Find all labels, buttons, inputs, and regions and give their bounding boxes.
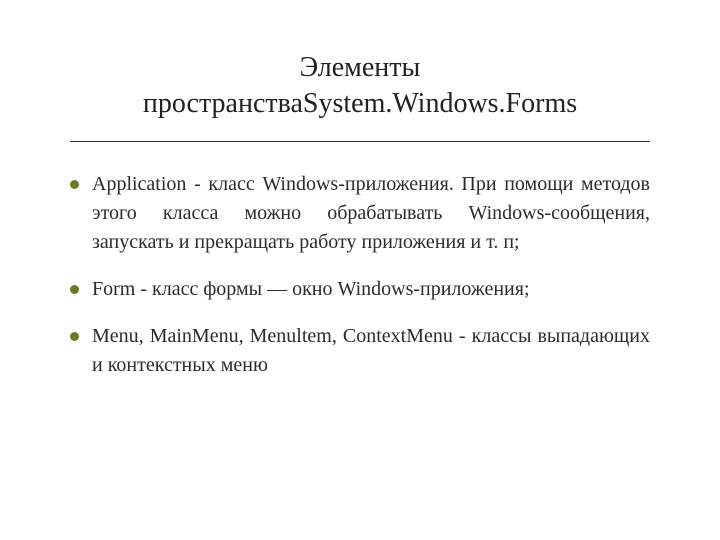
slide: Элементы пространстваSystem.Windows.Form… — [0, 0, 720, 540]
title-line-2: пространстваSystem.Windows.Forms — [143, 88, 577, 119]
title-underline — [70, 141, 650, 142]
bullet-text: Menu, MainMenu, Menultem, ContextMenu - … — [92, 325, 650, 376]
list-item: Form - класс формы — окно Windows-прилож… — [70, 275, 650, 304]
bullet-list: Application - класс Windows-приложения. … — [70, 170, 650, 380]
title-line-1: Элементы — [300, 52, 421, 83]
list-item: Menu, MainMenu, Menultem, ContextMenu - … — [70, 322, 650, 380]
list-item: Application - класс Windows-приложения. … — [70, 170, 650, 257]
bullet-text: Application - класс Windows-приложения. … — [92, 173, 650, 253]
slide-title: Элементы пространстваSystem.Windows.Form… — [70, 50, 650, 123]
bullet-text: Form - класс формы — окно Windows-прилож… — [92, 278, 530, 300]
